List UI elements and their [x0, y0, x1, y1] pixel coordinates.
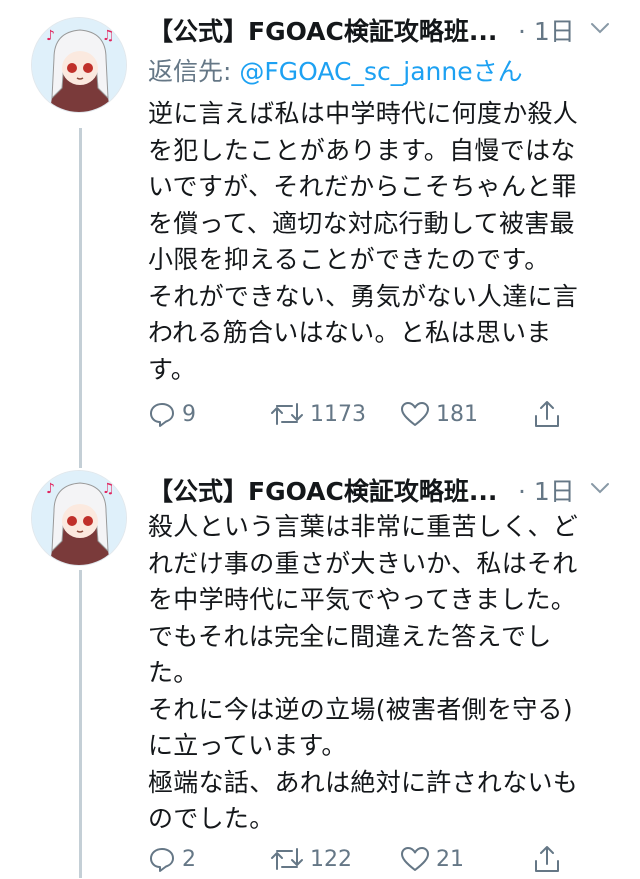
text-line: れだけ事の重さが大きいか、私はそれ	[148, 548, 578, 578]
tweet-header: 【公式】FGOAC検証攻略班... · 1日	[148, 12, 620, 48]
text-line: に立っています。	[148, 731, 347, 760]
like-button[interactable]: 21	[400, 839, 464, 879]
like-count: 181	[436, 401, 478, 427]
reply-to: 返信先: @FGOAC_sc_janneさん	[148, 52, 523, 88]
like-icon	[401, 402, 429, 426]
text-line: を償って、適切な対応行動して被害最	[148, 208, 575, 238]
like-count: 21	[436, 846, 464, 872]
text-line: それができない、勇気がない人達に言	[148, 281, 579, 311]
text-line: でもそれは完全に間違えた答えでし	[148, 621, 552, 651]
text-line: す。	[148, 354, 197, 384]
share-button[interactable]	[533, 839, 561, 879]
reply-prefix: 返信先:	[148, 57, 240, 86]
text-line: を犯したことがあります。自慢ではな	[148, 135, 576, 165]
reply-count: 2	[182, 846, 196, 872]
tweet-header: 【公式】FGOAC検証攻略班... · 1日	[148, 472, 620, 508]
retweet-button[interactable]: 122	[270, 839, 352, 879]
text-line: のでした。	[148, 804, 275, 833]
tweet-time[interactable]: · 1日	[518, 472, 575, 508]
reply-icon	[150, 848, 174, 872]
text-line: われる筋合いはない。と私は思いま	[148, 318, 552, 347]
author-name[interactable]: 【公式】FGOAC検証攻略班...	[148, 12, 497, 48]
action-bar: 9 1173 181	[148, 394, 588, 434]
like-icon	[401, 847, 429, 871]
avatar[interactable]: ♪ ♫	[31, 470, 127, 566]
share-icon	[535, 401, 559, 427]
avatar[interactable]: ♪ ♫	[31, 17, 127, 113]
text-line: 小限を抑えることができたのです。	[148, 245, 550, 274]
text-line: 逆に言えば私は中学時代に何度か殺人	[148, 99, 579, 128]
text-line: た。	[148, 658, 199, 687]
share-button[interactable]	[533, 394, 561, 434]
text-line: 極端な話、あれは絶対に許されないも	[148, 767, 579, 797]
svg-text:♫: ♫	[102, 481, 115, 497]
retweet-icon	[271, 848, 303, 870]
retweet-count: 122	[310, 846, 352, 872]
text-line: それに今は逆の立場(被害者側を守る)	[148, 694, 573, 724]
reply-handle-link[interactable]: @FGOAC_sc_janne	[239, 57, 472, 86]
tweet-text: 殺人という言葉は非常に重苦しく、ど れだけ事の重さが大きいか、私はそれ を中学時…	[148, 509, 608, 838]
tweet[interactable]: ♪ ♫ 【公式】FGOAC検証攻略班... · 1日 返信先: @FGOAC_s…	[0, 0, 640, 455]
reply-suffix: さん	[472, 57, 523, 86]
svg-text:♪: ♪	[46, 28, 55, 44]
reply-icon	[150, 403, 174, 427]
svg-text:♪: ♪	[46, 481, 55, 497]
chevron-down-icon[interactable]	[588, 16, 612, 40]
tweet-text: 逆に言えば私は中学時代に何度か殺人 を犯したことがあります。自慢ではな いですが…	[148, 96, 608, 388]
retweet-button[interactable]: 1173	[270, 394, 366, 434]
chevron-down-icon[interactable]	[588, 476, 612, 500]
like-button[interactable]: 181	[400, 394, 478, 434]
retweet-count: 1173	[310, 401, 366, 427]
text-line: を中学時代に平気でやってきました。	[148, 585, 577, 614]
reply-count: 9	[182, 401, 196, 427]
retweet-icon	[271, 403, 303, 425]
text-line: いですが、それだからこそちゃんと罪	[148, 172, 577, 201]
text-line: 殺人という言葉は非常に重苦しく、ど	[148, 512, 579, 541]
reply-button[interactable]: 2	[148, 839, 196, 879]
tweet-time[interactable]: · 1日	[518, 12, 575, 48]
tweet[interactable]: ♪ ♫ 【公式】FGOAC検証攻略班... · 1日 殺人という言葉は非常に重苦…	[0, 455, 640, 878]
action-bar: 2 122 21	[148, 839, 588, 879]
svg-text:♫: ♫	[102, 28, 115, 44]
reply-button[interactable]: 9	[148, 394, 196, 434]
author-name[interactable]: 【公式】FGOAC検証攻略班...	[148, 472, 497, 508]
share-icon	[535, 846, 559, 872]
